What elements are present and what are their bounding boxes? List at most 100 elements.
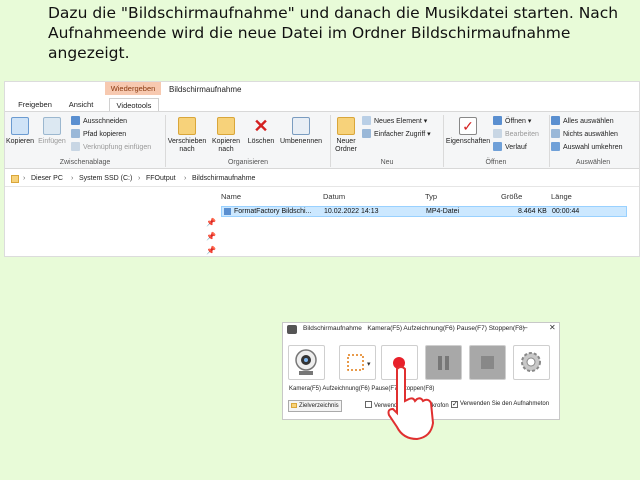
file-row[interactable]: FormatFactory Bildschi... 10.02.2022 14:… [221, 206, 627, 217]
new-folder-button[interactable]: Neuer Ordner [332, 117, 360, 154]
paste-shortcut-button[interactable]: Verknüpfung einfügen [71, 142, 151, 153]
invert-selection-button[interactable]: Auswahl umkehren [551, 142, 623, 153]
scissors-icon [71, 116, 80, 125]
new-item-label: Neues Element [374, 118, 422, 125]
select-none-button[interactable]: Nichts auswählen [551, 129, 618, 140]
breadcrumb-chevron-icon: › [138, 175, 141, 182]
open-icon [493, 116, 502, 125]
invert-selection-label: Auswahl umkehren [563, 144, 623, 151]
recorder-title: Bildschirmaufnahme Kamera(F5) Aufzeichnu… [303, 325, 525, 332]
column-header-type[interactable]: Typ [425, 192, 437, 201]
tab-view[interactable]: Ansicht [63, 98, 99, 111]
column-header-date[interactable]: Datum [323, 192, 345, 201]
easy-access-icon [362, 129, 371, 138]
cut-label: Ausschneiden [83, 118, 127, 125]
paste-label: Einfügen [38, 138, 66, 145]
screen-recorder-window: Bildschirmaufnahme Kamera(F5) Aufzeichnu… [282, 322, 560, 441]
delete-x-icon: ✕ [253, 116, 269, 136]
checkbox-checked-icon: ✓ [451, 401, 458, 408]
delete-label: Löschen [247, 138, 275, 145]
tab-share[interactable]: Freigeben [15, 98, 55, 111]
shortcut-icon [71, 142, 80, 151]
target-folder-label: Zielverzeichnis [299, 403, 339, 409]
properties-button[interactable]: ✓ Eigenschaften [445, 117, 491, 146]
copy-to-button[interactable]: Kopieren nach [208, 117, 244, 154]
context-tab-playback[interactable]: Wiedergeben [105, 82, 161, 95]
file-type: MP4-Datei [426, 208, 460, 215]
history-button[interactable]: Verlauf [493, 142, 527, 153]
group-label-organize: Organisieren [227, 159, 269, 166]
folder-icon [291, 403, 297, 408]
copy-folder-icon [217, 117, 235, 135]
column-header-length[interactable]: Länge [551, 192, 572, 201]
group-label-clipboard: Zwischenablage [59, 159, 111, 166]
pin-icon[interactable]: 📌 [206, 246, 216, 255]
select-none-icon [551, 129, 560, 138]
new-folder-label-2: Ordner [335, 146, 357, 153]
pin-icon[interactable]: 📌 [206, 218, 216, 227]
copy-path-label: Pfad kopieren [83, 131, 127, 138]
breadcrumb-bildschirmaufnahme[interactable]: Bildschirmaufnahme [192, 171, 255, 187]
minimize-icon[interactable]: – [523, 323, 527, 332]
audio-checkbox[interactable]: ✓ Verwenden Sie den Aufnahmeton [451, 401, 549, 408]
tab-videotools[interactable]: Videotools [109, 98, 159, 111]
edit-label: Bearbeiten [505, 131, 539, 138]
recorder-app-icon [287, 325, 297, 334]
new-item-button[interactable]: Neues Element ▾ [362, 116, 427, 127]
history-label: Verlauf [505, 144, 527, 151]
ribbon-tabs: Wiedergeben Bildschirmaufnahme Freigeben… [5, 82, 639, 111]
ribbon-separator [443, 115, 444, 167]
move-to-button[interactable]: Verschieben nach [167, 117, 207, 154]
rename-icon [292, 117, 310, 135]
breadcrumb-this-pc[interactable]: Dieser PC [31, 171, 63, 187]
camera-button[interactable] [288, 345, 325, 380]
move-to-label-1: Verschieben [167, 138, 207, 145]
area-select-button[interactable]: ▾ [339, 345, 376, 380]
paste-button[interactable]: Einfügen [37, 117, 67, 146]
stop-button[interactable] [469, 345, 506, 380]
easy-access-button[interactable]: Einfacher Zugriff ▾ [362, 129, 431, 140]
properties-check-icon: ✓ [459, 117, 477, 135]
breadcrumb-ffoutput[interactable]: FFOutput [146, 171, 176, 187]
breadcrumb-system-ssd[interactable]: System SSD (C:) [79, 171, 132, 187]
file-size: 8.464 KB [518, 208, 547, 215]
settings-button[interactable] [513, 345, 550, 380]
address-bar[interactable]: › Dieser PC › System SSD (C:) › FFOutput… [5, 171, 639, 187]
move-folder-icon [178, 117, 196, 135]
select-all-icon [551, 116, 560, 125]
copy-path-button[interactable]: Pfad kopieren [71, 129, 126, 140]
audio-label: Verwenden Sie den Aufnahmeton [460, 401, 550, 407]
file-date: 10.02.2022 14:13 [324, 208, 379, 215]
delete-button[interactable]: ✕ Löschen [245, 117, 277, 146]
video-file-icon [224, 208, 231, 215]
move-to-label-2: nach [179, 146, 195, 153]
breadcrumb-chevron-icon: › [184, 175, 187, 182]
ribbon-separator [330, 115, 331, 167]
breadcrumb-chevron-icon: › [23, 175, 26, 182]
file-name: FormatFactory Bildschi... [234, 208, 312, 215]
column-header-size[interactable]: Größe [501, 192, 522, 201]
select-none-label: Nichts auswählen [563, 131, 618, 138]
close-icon[interactable]: ✕ [549, 323, 556, 332]
new-item-icon [362, 116, 371, 125]
path-icon [71, 129, 80, 138]
cut-button[interactable]: Ausschneiden [71, 116, 127, 127]
webcam-icon [295, 349, 317, 375]
area-select-icon: ▾ [347, 354, 371, 371]
open-button[interactable]: Öffnen ▾ [493, 116, 531, 127]
select-all-label: Alles auswählen [563, 118, 614, 125]
pin-icon[interactable]: 📌 [206, 232, 216, 241]
rename-button[interactable]: Umbenennen [277, 117, 325, 146]
copy-button[interactable]: Kopieren [5, 117, 35, 146]
column-header-name[interactable]: Name [221, 192, 241, 201]
checkbox-icon [365, 401, 372, 408]
properties-label: Eigenschaften [445, 138, 491, 145]
new-folder-icon [337, 117, 355, 135]
file-length: 00:00:44 [552, 208, 580, 215]
open-label: Öffnen [505, 118, 526, 125]
edit-button[interactable]: Bearbeiten [493, 129, 539, 140]
target-folder-button[interactable]: Zielverzeichnis [288, 400, 342, 412]
copy-to-label-1: Kopieren [211, 138, 241, 145]
pointing-hand-icon [387, 366, 435, 441]
select-all-button[interactable]: Alles auswählen [551, 116, 614, 127]
